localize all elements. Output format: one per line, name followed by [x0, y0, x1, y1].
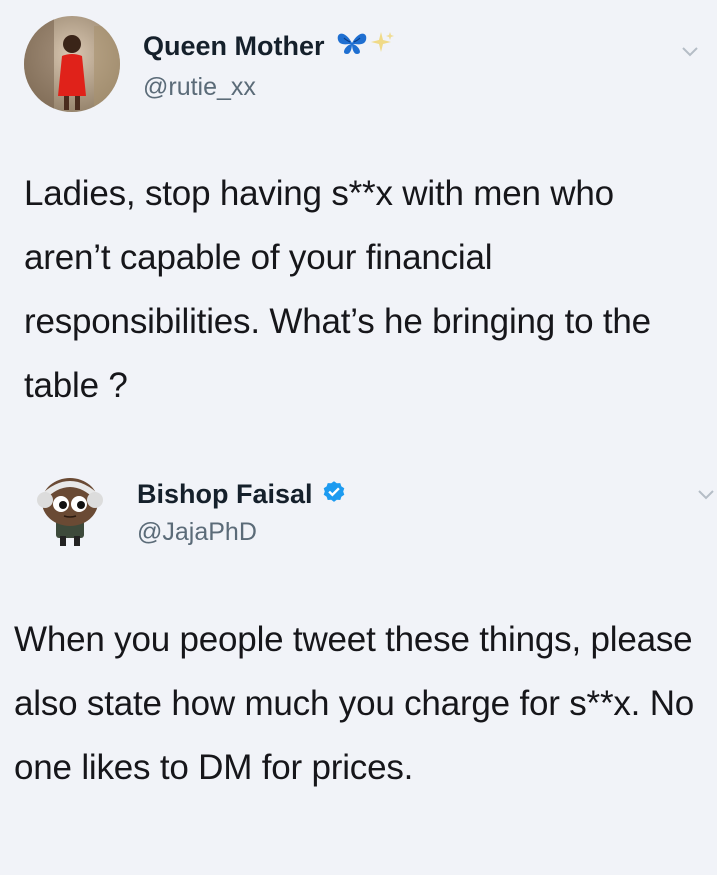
tweet-text: When you people tweet these things, plea…	[14, 620, 695, 787]
avatar-photo	[24, 16, 120, 112]
tweet-1[interactable]: Queen Mother @rutie_xx Ladies, stop havi…	[0, 0, 717, 440]
handle[interactable]: @rutie_xx	[143, 73, 256, 102]
butterfly-emoji-icon	[335, 30, 369, 63]
display-name[interactable]: Queen Mother	[143, 30, 395, 63]
display-name-text: Bishop Faisal	[137, 479, 313, 509]
avatar-cartoon	[37, 478, 103, 546]
display-name[interactable]: Bishop Faisal	[137, 478, 347, 511]
chevron-down-icon[interactable]	[679, 40, 701, 62]
handle[interactable]: @JajaPhD	[137, 518, 257, 547]
avatar[interactable]	[24, 16, 120, 112]
verified-badge-icon	[321, 478, 347, 511]
tweet-2[interactable]: Bishop Faisal @JajaPhD When you people t…	[0, 440, 717, 875]
sparkle-emoji-icon	[370, 30, 395, 63]
tweet-text: Ladies, stop having s**x with men who ar…	[24, 174, 651, 405]
avatar[interactable]	[30, 470, 110, 550]
chevron-down-icon[interactable]	[695, 483, 717, 505]
display-name-text: Queen Mother	[143, 31, 325, 61]
